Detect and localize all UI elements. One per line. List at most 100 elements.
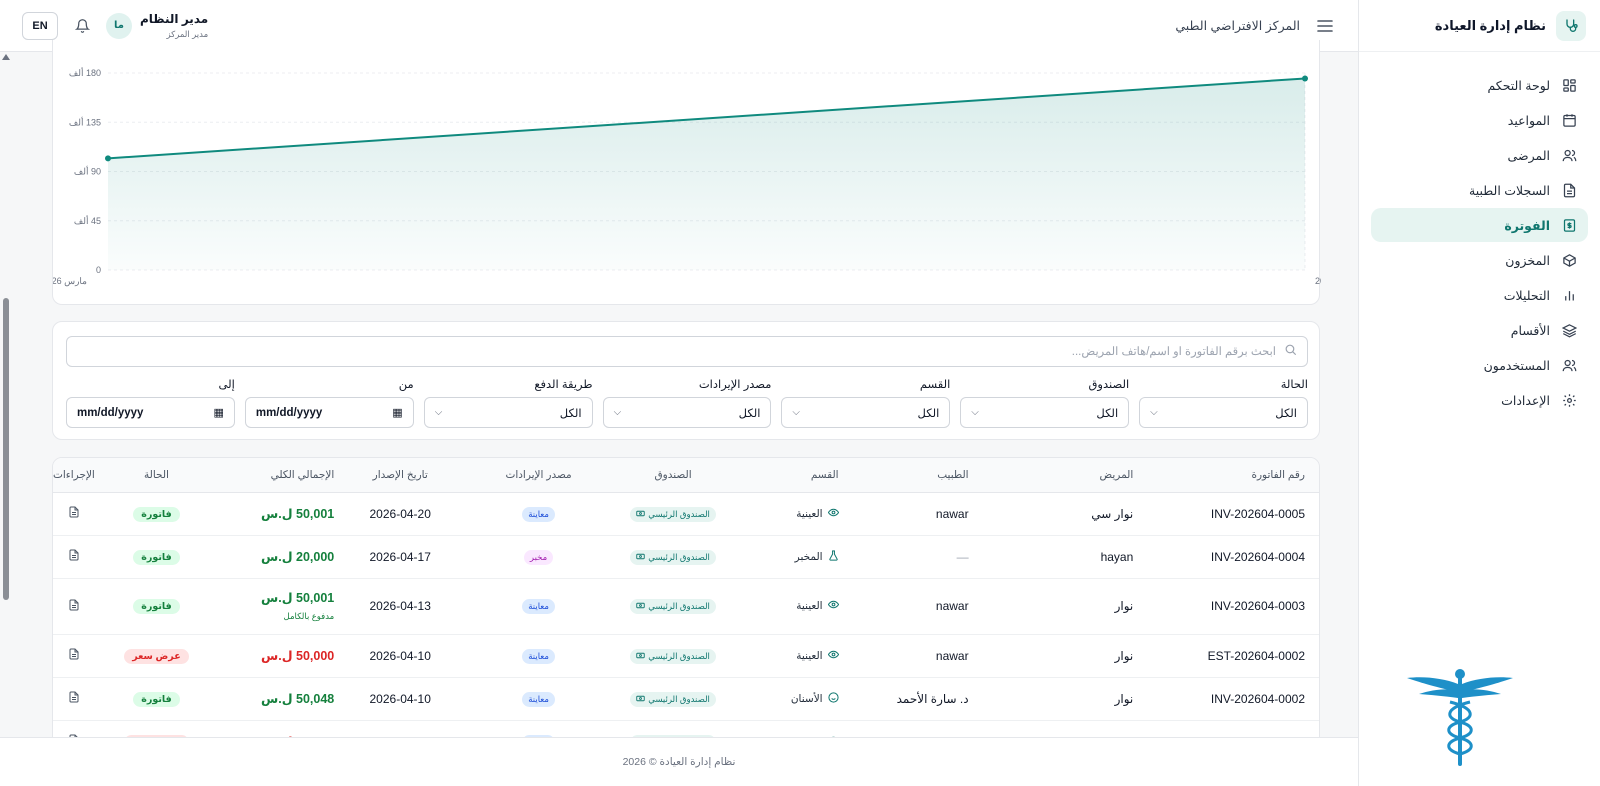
invoice-number[interactable]: INV-202604-0002	[1145, 677, 1319, 721]
data-point	[105, 155, 111, 162]
avatar[interactable]: ما	[106, 12, 132, 39]
eye-icon	[827, 649, 839, 663]
sidebar-item-0[interactable]: لوحة التحكم	[1371, 68, 1588, 102]
department-select[interactable]: الكل ⌵	[781, 397, 951, 428]
invoice-number[interactable]: EST-202604-0002	[1145, 634, 1319, 678]
caduceus-logo	[1407, 669, 1513, 766]
sidebar-item-8[interactable]: المستخدمون	[1371, 348, 1588, 382]
sidebar-item-2[interactable]: المرضى	[1371, 138, 1588, 172]
status-badge: فاتورة	[133, 599, 180, 614]
fund-cell: الصندوق الرئيسي	[610, 634, 736, 678]
fund-badge: الصندوق الرئيسي	[630, 506, 716, 522]
filters-card: الحالة الكل ⌵ الصندوق الكل ⌵ القسم الكل ⌵ م…	[52, 321, 1320, 440]
sidebar-item-4[interactable]: الفوترة	[1371, 208, 1588, 242]
fund-cell: الصندوق الرئيسي	[610, 578, 736, 635]
revenue-source-select[interactable]: الكل ⌵	[602, 397, 772, 428]
department-filter: القسم الكل ⌵	[781, 377, 951, 428]
users-icon	[1560, 146, 1578, 164]
chevron-down-icon: ⌵	[434, 407, 443, 418]
invoice-number[interactable]: INV-202604-0003	[1145, 578, 1319, 635]
sidebar-item-3[interactable]: السجلات الطبية	[1371, 173, 1588, 207]
fund-badge: الصندوق الرئيسي	[630, 648, 716, 664]
cash-icon	[636, 694, 645, 705]
brand[interactable]: نظام إدارة العيادة	[1359, 0, 1600, 52]
view-document-icon[interactable]	[68, 648, 80, 663]
cash-icon	[636, 509, 645, 520]
user-menu[interactable]: مدير النظام مدير المركز ما	[106, 12, 208, 40]
col-fund[interactable]: الصندوق	[610, 458, 736, 493]
status-select[interactable]: الكل ⌵	[1139, 397, 1308, 428]
payment-method-select-value: الكل	[559, 407, 582, 420]
issue-date: 2026-04-10	[334, 677, 467, 721]
table-row[interactable]: INV-202604-0005 نوار سي nawar العينية الصندو…	[53, 492, 1319, 536]
chevron-down-icon: ⌵	[792, 407, 801, 418]
users-icon	[1560, 356, 1578, 374]
invoice-number[interactable]: INV-202604-0005	[1145, 492, 1319, 536]
calendar-icon[interactable]: ▦	[392, 406, 402, 419]
bell-icon[interactable]	[72, 16, 92, 36]
table-row[interactable]: EST-202604-0002 نوار nawar العينية الصندوق ا…	[53, 634, 1319, 678]
footer-text: نظام إدارة العيادة © 2026	[622, 756, 736, 768]
actions-cell	[53, 535, 95, 579]
table-row[interactable]: INV-202604-0003 نوار nawar العينية الصندوق ا…	[53, 578, 1319, 635]
col-status[interactable]: الحالة	[94, 458, 219, 493]
status-select-value: الكل	[1275, 407, 1297, 420]
sidebar-item-9[interactable]: الإعدادات	[1371, 383, 1588, 417]
sidebar-item-label: الأقسام	[1510, 323, 1550, 338]
scrollbar-thumb[interactable]	[3, 298, 9, 600]
col-doctor[interactable]: الطبيب	[844, 458, 977, 493]
col-department[interactable]: القسم	[735, 458, 845, 493]
fund-cell: الصندوق الرئيسي	[610, 677, 736, 721]
col-revenue-source[interactable]: مصدر الإيرادات	[466, 458, 611, 493]
calendar-icon[interactable]: ▦	[213, 406, 223, 419]
view-document-icon[interactable]	[68, 691, 80, 706]
col-patient[interactable]: المريض	[976, 458, 1146, 493]
cash-icon	[636, 552, 645, 563]
total-cell: 50,001 ل.س	[218, 492, 335, 536]
view-document-icon[interactable]	[68, 549, 80, 564]
from-date-input[interactable]: mm/dd/yyyy ▦	[244, 397, 414, 428]
language-toggle-button[interactable]: EN	[22, 11, 58, 40]
table-row[interactable]: INV-202604-0002 نوار د. سارة الأحمد الأسنان…	[53, 677, 1319, 721]
invoice-number[interactable]: INV-202604-0004	[1145, 535, 1319, 579]
from-date-filter: من mm/dd/yyyy ▦	[244, 377, 414, 428]
department-label: العينية	[796, 600, 823, 612]
eye-icon	[827, 599, 839, 613]
fund-select[interactable]: الكل ⌵	[960, 397, 1130, 428]
col-invoice[interactable]: رقم الفاتورة	[1145, 458, 1319, 493]
sidebar-item-1[interactable]: المواعيد	[1371, 103, 1588, 137]
source-cell: مخبر	[466, 535, 611, 579]
status-cell: عرض سعر	[94, 634, 219, 678]
department-select-value: الكل	[917, 407, 940, 420]
to-date-input[interactable]: mm/dd/yyyy ▦	[65, 397, 235, 428]
search-input[interactable]	[77, 345, 1276, 358]
y-tick-label: 0	[96, 265, 101, 275]
department-label: المخبر	[794, 550, 823, 563]
sidebar-item-5[interactable]: المخزون	[1371, 243, 1588, 277]
sidebar-item-label: السجلات الطبية	[1469, 183, 1550, 198]
filter-row: الحالة الكل ⌵ الصندوق الكل ⌵ القسم الكل ⌵ م…	[65, 377, 1308, 428]
to-date-filter: إلى mm/dd/yyyy ▦	[65, 377, 235, 428]
status-cell: فاتورة	[94, 535, 219, 579]
sidebar-item-7[interactable]: الأقسام	[1371, 313, 1588, 347]
payment-method-select[interactable]: الكل ⌵	[423, 397, 593, 428]
department-label: العينية	[796, 507, 823, 520]
menu-icon[interactable]	[1314, 15, 1336, 37]
brand-title: نظام إدارة العيادة	[1434, 17, 1546, 33]
chevron-down-icon: ⌵	[1150, 407, 1158, 418]
table-row[interactable]: INV-202604-0004 hayan — المخبر الصندوق الرئي…	[53, 535, 1319, 579]
col-total[interactable]: الإجمالي الكلي	[218, 458, 335, 493]
search-box	[66, 336, 1308, 367]
page-scrollbar[interactable]	[0, 52, 12, 752]
sidebar-item-6[interactable]: التحليلات	[1371, 278, 1588, 312]
actions-cell	[53, 677, 95, 721]
fund-filter-label: الصندوق	[1088, 379, 1130, 391]
status-cell: فاتورة	[94, 677, 219, 721]
patient-name: نوار	[976, 677, 1146, 721]
layers-icon	[1560, 321, 1578, 339]
col-issue-date[interactable]: تاريخ الإصدار	[334, 458, 467, 493]
from-date-value: mm/dd/yyyy	[255, 406, 323, 419]
view-document-icon[interactable]	[68, 599, 80, 614]
scroll-up-arrow-icon[interactable]	[2, 54, 10, 60]
view-document-icon[interactable]	[68, 506, 80, 521]
